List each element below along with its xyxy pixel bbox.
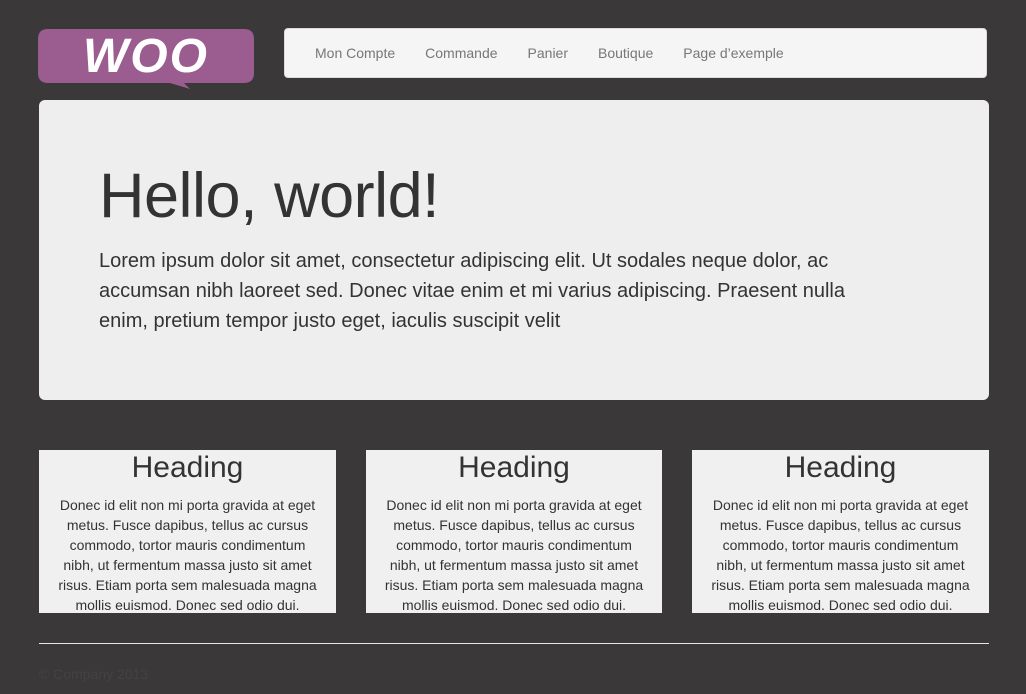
footer-copyright: © Company 2013 (39, 666, 149, 682)
column-text: Donec id elit non mi porta gravida at eg… (384, 497, 644, 613)
column-text: Donec id elit non mi porta gravida at eg… (711, 497, 970, 613)
column-heading: Heading (131, 451, 244, 484)
hero-title: Hello, world! (99, 161, 440, 231)
column-heading: Heading (784, 451, 897, 484)
main-navbar: Mon Compte Commande Panier Boutique Page… (284, 28, 987, 78)
footer-divider (39, 643, 989, 644)
nav-item-boutique[interactable]: Boutique (583, 45, 668, 61)
nav-item-mon-compte[interactable]: Mon Compte (300, 45, 410, 61)
content-column-3: Heading Donec id elit non mi porta gravi… (692, 450, 989, 613)
content-column-2: Heading Donec id elit non mi porta gravi… (366, 450, 662, 613)
column-text: Donec id elit non mi porta gravida at eg… (58, 497, 317, 613)
content-column-1: Heading Donec id elit non mi porta gravi… (39, 450, 336, 613)
nav-item-page-exemple[interactable]: Page d’exemple (668, 45, 798, 61)
column-heading: Heading (458, 451, 570, 484)
woo-logo-icon: WOO (38, 29, 254, 89)
nav-item-commande[interactable]: Commande (410, 45, 512, 61)
hero-jumbotron: Hello, world! Lorem ipsum dolor sit amet… (39, 100, 989, 400)
woo-logo[interactable]: WOO (38, 27, 256, 89)
hero-text: Lorem ipsum dolor sit amet, consectetur … (99, 250, 845, 332)
logo-text: WOO (83, 30, 209, 83)
nav-item-panier[interactable]: Panier (513, 45, 583, 61)
